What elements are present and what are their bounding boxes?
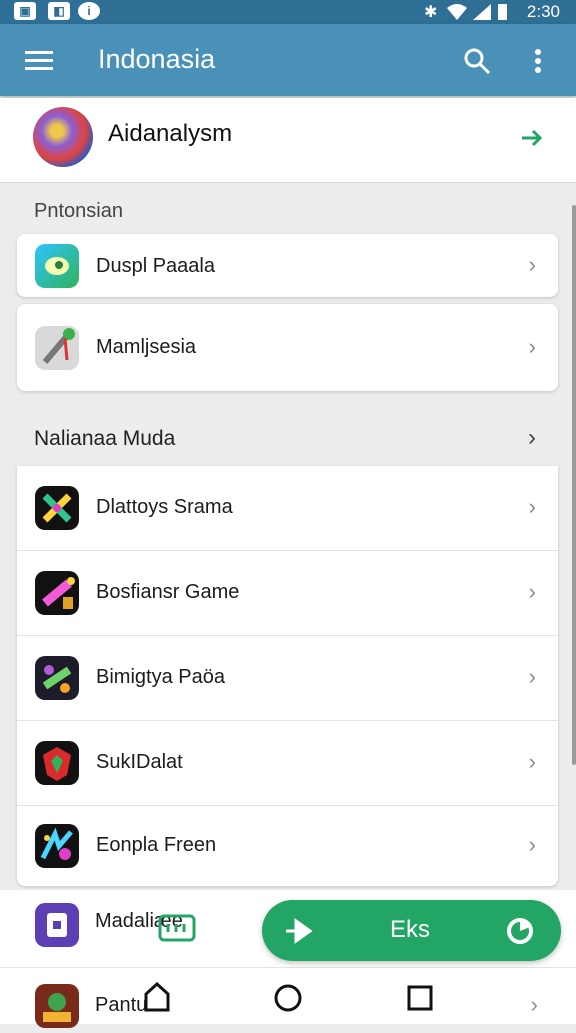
list-item-label: Mamljsesia bbox=[96, 336, 197, 358]
group-header[interactable]: Nalianaa Muda › bbox=[17, 410, 558, 466]
app-icon bbox=[35, 244, 79, 288]
refresh-icon bbox=[507, 918, 533, 944]
app-icon bbox=[35, 656, 79, 700]
section-label: Pntonsian bbox=[34, 200, 123, 222]
list-item[interactable]: Dlattoys Srama › bbox=[17, 466, 558, 550]
list-item[interactable]: SukIDalat › bbox=[17, 721, 558, 805]
list-item[interactable]: Eonpla Freen › bbox=[17, 806, 558, 886]
chevron-right-icon: › bbox=[530, 992, 538, 1017]
info-notification-icon: i bbox=[78, 2, 100, 20]
chevron-right-icon: › bbox=[528, 749, 536, 774]
app-icon bbox=[35, 903, 79, 947]
chevron-right-icon: › bbox=[528, 579, 536, 604]
fab-label: Eks bbox=[390, 916, 431, 943]
chevron-right-icon: › bbox=[528, 832, 536, 857]
bluetooth-icon: ✱ bbox=[424, 4, 438, 21]
chevron-right-icon: › bbox=[528, 424, 536, 451]
list-card: Duspl Paaala › bbox=[17, 234, 558, 297]
keyboard-icon[interactable] bbox=[158, 912, 200, 946]
arrow-right-icon[interactable] bbox=[520, 126, 544, 150]
list-item[interactable]: Bimigtya Paöa › bbox=[17, 636, 558, 720]
battery-icon bbox=[498, 4, 507, 20]
chevron-right-icon: › bbox=[528, 252, 536, 277]
app-icon bbox=[35, 824, 79, 868]
app-bar: Indonasia bbox=[0, 24, 576, 96]
list-item-label: Dlattoys Srama bbox=[96, 496, 233, 518]
chevron-right-icon: › bbox=[528, 334, 536, 359]
list-item-label: SukIDalat bbox=[96, 751, 183, 773]
app-icon bbox=[35, 486, 79, 530]
gallery-notification-icon: ▣ bbox=[14, 2, 36, 20]
signal-icon bbox=[473, 4, 491, 20]
list-item-label: Eonpla Freen bbox=[96, 834, 217, 856]
profile-name: Aidanalysm bbox=[108, 120, 233, 147]
page-title: Indonasia bbox=[98, 44, 216, 74]
list-item-label: Bimigtya Paöa bbox=[96, 666, 225, 688]
divider bbox=[0, 967, 576, 968]
back-icon[interactable] bbox=[142, 982, 172, 1014]
list-item[interactable]: Mamljsesia › bbox=[17, 304, 558, 391]
recents-icon[interactable] bbox=[406, 984, 434, 1012]
more-options-icon[interactable] bbox=[526, 44, 550, 78]
search-icon[interactable] bbox=[460, 44, 494, 78]
media-notification-icon: ◧ bbox=[48, 2, 70, 20]
app-icon bbox=[35, 571, 79, 615]
chevron-right-icon: › bbox=[528, 494, 536, 519]
app-icon bbox=[35, 326, 79, 370]
avatar bbox=[33, 107, 93, 167]
status-time: 2:30 bbox=[526, 2, 560, 21]
list-item-label: Duspl Paaala bbox=[96, 255, 215, 277]
list-card: Mamljsesia › bbox=[17, 304, 558, 391]
list-item[interactable]: Bosfiansr Game › bbox=[17, 551, 558, 635]
app-icon bbox=[35, 741, 79, 785]
list-item-label[interactable]: Pantu bbox=[95, 994, 147, 1017]
list-item[interactable]: Duspl Paaala › bbox=[17, 234, 558, 297]
scrollbar[interactable] bbox=[572, 205, 576, 765]
list-item-label: Bosfiansr Game bbox=[96, 581, 240, 603]
app-icon bbox=[35, 984, 79, 1028]
extended-fab[interactable]: Eks bbox=[262, 900, 561, 961]
arrow-right-icon bbox=[286, 918, 313, 944]
menu-icon[interactable] bbox=[22, 46, 56, 74]
group-header-label: Nalianaa Muda bbox=[34, 427, 176, 450]
chevron-right-icon: › bbox=[528, 664, 536, 689]
status-bar: ▣ ◧ i ✱ 2:30 bbox=[0, 0, 576, 24]
home-icon[interactable] bbox=[272, 982, 304, 1014]
list-card: Dlattoys Srama › Bosfiansr Game › Bimigt… bbox=[17, 466, 558, 886]
wifi-icon bbox=[447, 4, 467, 20]
profile-header[interactable]: Aidanalysm bbox=[0, 98, 576, 183]
